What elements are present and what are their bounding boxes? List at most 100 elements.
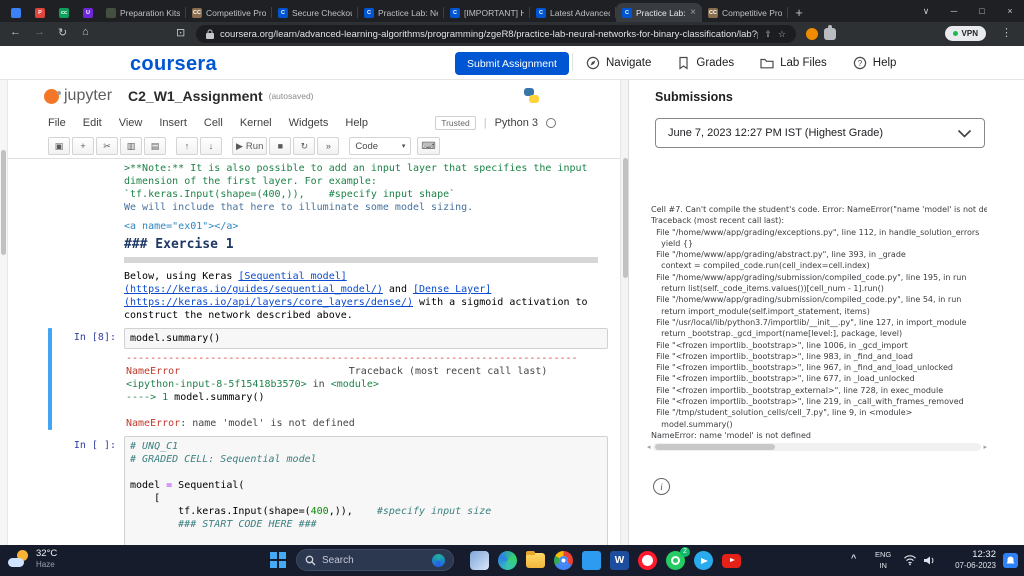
browser-menu-icon[interactable]: ⋮	[1001, 26, 1012, 39]
share-icon[interactable]: ⇧	[764, 29, 772, 40]
wifi-icon[interactable]	[903, 554, 917, 566]
menu-help[interactable]: Help	[345, 117, 368, 129]
copy-cell-button[interactable]: ▥	[120, 137, 142, 155]
tab-close-icon[interactable]: ×	[690, 7, 696, 18]
new-tab-button[interactable]: +	[788, 3, 810, 22]
kernel-name[interactable]: Python 3	[495, 117, 538, 129]
notebook-scrollbar[interactable]	[0, 80, 8, 545]
browser-tab[interactable]: C [IMPORTANT] Hav	[444, 3, 530, 22]
opera-icon[interactable]	[638, 551, 657, 570]
markdown-cell-exercise[interactable]: <a name="ex01"></a> ### Exercise 1 Below…	[42, 220, 620, 322]
task-view-icon[interactable]	[470, 551, 489, 570]
edge-icon[interactable]	[498, 551, 517, 570]
whatsapp-icon[interactable]: 2	[666, 547, 690, 570]
vscode-icon[interactable]	[582, 551, 601, 570]
vpn-badge[interactable]: VPN	[944, 26, 986, 41]
volume-icon[interactable]	[923, 555, 936, 566]
browser-tab[interactable]: C Practice Lab: Neur	[358, 3, 444, 22]
page-scrollbar[interactable]	[620, 80, 628, 545]
file-explorer-icon[interactable]	[526, 551, 545, 570]
browser-tab[interactable]: C Practice Lab: N ×	[616, 3, 702, 22]
tab-title: Practice Lab: Neur	[378, 7, 438, 18]
horizontal-scrollbar[interactable]: ◂ ▸	[647, 442, 987, 452]
notification-icon[interactable]	[1003, 553, 1018, 568]
word-icon[interactable]: W	[610, 551, 629, 570]
restart-kernel-button[interactable]: ↻	[293, 137, 316, 155]
maximize-button[interactable]: □	[968, 0, 996, 22]
minimize-button[interactable]: ─	[940, 0, 968, 22]
weather-widget[interactable]: 32°C Haze	[8, 548, 57, 570]
move-cell-down-button[interactable]: ↓	[200, 137, 222, 155]
nav-lab-files[interactable]: Lab Files	[760, 57, 827, 69]
file-explorer-icon	[526, 551, 545, 568]
chrome-icon[interactable]	[554, 551, 573, 570]
save-button[interactable]: ▣	[48, 137, 70, 155]
submit-assignment-button[interactable]: Submit Assignment	[455, 52, 569, 75]
nav-navigate[interactable]: Navigate	[586, 56, 651, 70]
code-cell-graded[interactable]: In [ ]: # UNQ_C1 # GRADED CELL: Sequentia…	[42, 436, 620, 545]
coursera-logo[interactable]: coursera	[130, 53, 217, 76]
code-token: [	[130, 493, 161, 504]
code-token: >**Note:** It is also possible to add an…	[124, 163, 588, 174]
telegram-icon[interactable]	[694, 551, 713, 570]
bookmark-star-icon[interactable]: ☆	[778, 29, 786, 40]
tab-search-icon[interactable]: ∨	[912, 0, 940, 22]
nav-help[interactable]: ? Help	[853, 56, 896, 70]
jupyter-brand[interactable]: jupyter	[64, 87, 112, 105]
extensions-puzzle-icon[interactable]	[824, 25, 836, 40]
tab-favicon: CC	[192, 7, 202, 18]
nav-grades[interactable]: Grades	[677, 56, 734, 70]
youtube-icon[interactable]	[722, 551, 741, 570]
browser-tab[interactable]: CC Competitive Progr	[702, 3, 788, 22]
pinned-tab-app[interactable]	[4, 3, 28, 22]
scrollbar-track[interactable]	[652, 443, 982, 451]
home-icon[interactable]: ⌂	[82, 26, 89, 38]
menu-insert[interactable]: Insert	[159, 117, 187, 129]
forward-icon[interactable]: →	[34, 26, 45, 38]
menu-widgets[interactable]: Widgets	[289, 117, 329, 129]
notebook-title[interactable]: C2_W1_Assignment	[128, 88, 263, 104]
menu-kernel[interactable]: Kernel	[240, 117, 272, 129]
reload-icon[interactable]: ↻	[58, 26, 67, 39]
paste-cell-button[interactable]: ▤	[144, 137, 166, 155]
back-icon[interactable]: ←	[10, 26, 21, 38]
menu-edit[interactable]: Edit	[83, 117, 102, 129]
scroll-right-icon[interactable]: ▸	[983, 443, 987, 451]
markdown-cell-note[interactable]: >**Note:** It is also possible to add an…	[42, 162, 620, 214]
browser-tab[interactable]: C Latest Advanced L	[530, 3, 616, 22]
browser-tab[interactable]: C Secure Checkout	[272, 3, 358, 22]
side-panel-icon[interactable]: ⊡	[176, 26, 185, 39]
start-button[interactable]	[270, 552, 286, 568]
extension-icon[interactable]	[806, 28, 818, 40]
command-palette-button[interactable]: ⌨	[417, 137, 440, 155]
taskbar-clock[interactable]: 12:32 07-06-2023	[955, 549, 996, 571]
language-indicator[interactable]: ENG IN	[875, 549, 891, 571]
browser-tab[interactable]: Preparation Kits | I	[100, 3, 186, 22]
menu-cell[interactable]: Cell	[204, 117, 223, 129]
scrollbar-thumb[interactable]	[654, 444, 775, 450]
code-input[interactable]: # UNQ_C1 # GRADED CELL: Sequential model …	[124, 436, 608, 545]
browser-tab[interactable]: CC Competitive Progr	[186, 3, 272, 22]
cell-type-select[interactable]: Code ▾	[349, 137, 412, 155]
restart-run-all-button[interactable]: »	[317, 137, 340, 155]
menu-file[interactable]: File	[48, 117, 66, 129]
cut-cell-button[interactable]: ✂	[96, 137, 118, 155]
pinned-tab-cc[interactable]: cc	[52, 3, 76, 22]
interrupt-kernel-button[interactable]: ■	[269, 137, 292, 155]
scroll-left-icon[interactable]: ◂	[647, 443, 651, 451]
pinned-tab-u[interactable]: U	[76, 3, 100, 22]
traceback-line: File "/home/www/app/grading/submission/c…	[651, 272, 967, 282]
url-bar[interactable]: coursera.org/learn/advanced-learning-alg…	[196, 25, 796, 43]
run-button[interactable]: ▶ Run	[232, 137, 268, 155]
pinned-tab-p[interactable]: P	[28, 3, 52, 22]
submission-dropdown[interactable]: June 7, 2023 12:27 PM IST (Highest Grade…	[655, 118, 985, 148]
close-button[interactable]: ×	[996, 0, 1024, 22]
code-input[interactable]: model.summary()	[124, 328, 608, 349]
info-icon[interactable]: i	[653, 478, 670, 495]
move-cell-up-button[interactable]: ↑	[176, 137, 198, 155]
code-cell-8[interactable]: In [8]: model.summary() ----------------…	[42, 328, 620, 430]
insert-cell-button[interactable]: +	[72, 137, 94, 155]
taskbar-search[interactable]: Search	[296, 549, 454, 571]
tray-expand-icon[interactable]: ^	[851, 553, 856, 563]
menu-view[interactable]: View	[119, 117, 143, 129]
